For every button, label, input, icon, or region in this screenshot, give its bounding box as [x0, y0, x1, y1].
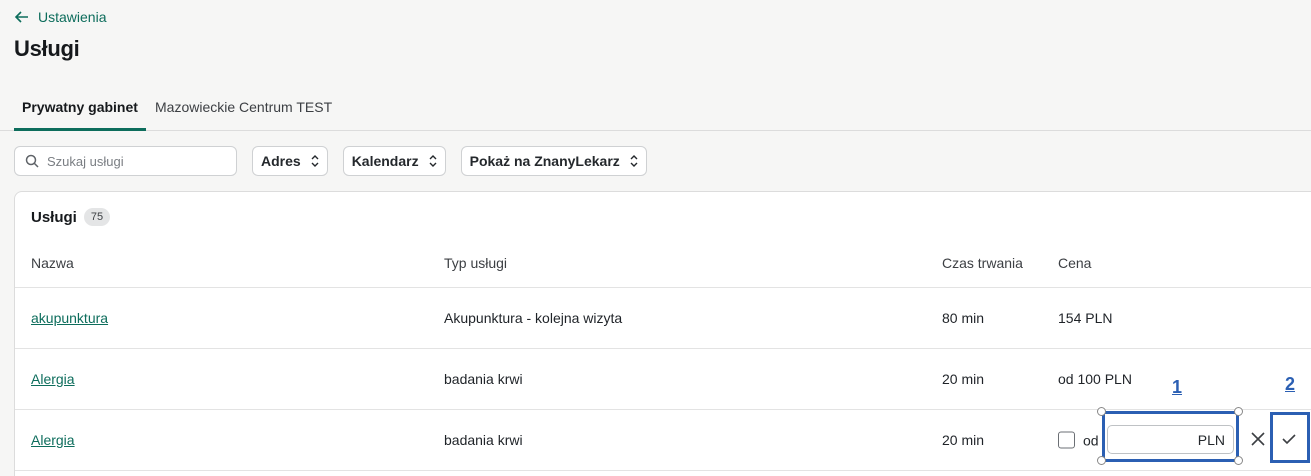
table-row: Alergia badania krwi 20 min od 100 PLN: [15, 349, 1311, 410]
annotation-number-1: 1: [1172, 377, 1183, 397]
address-filter[interactable]: Adres: [252, 146, 328, 176]
chevron-updown-icon: [630, 155, 638, 167]
back-link-settings[interactable]: Ustawienia: [14, 9, 106, 25]
column-header-duration: Czas trwania: [942, 254, 1023, 271]
table-row: akupunktura Akupunktura - kolejna wizyta…: [15, 288, 1311, 349]
show-on-znanylekarz-filter[interactable]: Pokaż na ZnanyLekarz: [460, 146, 647, 176]
resize-handle: [1097, 456, 1106, 465]
price-edit-group: od: [1058, 431, 1099, 449]
price-from-label: od: [1083, 432, 1099, 448]
table-header: Nazwa Typ usługi Czas trwania Cena: [15, 238, 1311, 288]
services-count-badge: 75: [83, 208, 111, 226]
address-filter-label: Adres: [261, 153, 301, 169]
search-box: [14, 146, 237, 176]
service-price: 154 PLN: [1058, 310, 1113, 326]
resize-handle: [1234, 407, 1243, 416]
service-type: badania krwi: [444, 432, 523, 448]
check-icon[interactable]: [1282, 433, 1296, 445]
service-name-link[interactable]: akupunktura: [31, 310, 108, 326]
service-name-link[interactable]: Alergia: [31, 371, 75, 387]
back-link-label: Ustawienia: [38, 9, 107, 25]
resize-handle: [1097, 407, 1106, 416]
search-icon: [25, 154, 39, 168]
calendar-filter[interactable]: Kalendarz: [342, 146, 446, 176]
service-type: badania krwi: [444, 371, 523, 387]
services-card-title: Usługi 75: [31, 208, 111, 226]
annotation-number-2: 2: [1285, 374, 1296, 394]
service-duration: 20 min: [942, 371, 985, 387]
resize-handle: [1234, 456, 1243, 465]
column-header-price: Cena: [1058, 254, 1092, 271]
service-price: od 100 PLN: [1058, 371, 1132, 387]
close-icon[interactable]: [1250, 431, 1266, 447]
tab-mazowieckie-centrum[interactable]: Mazowieckie Centrum TEST: [155, 90, 332, 131]
location-tabs: Prywatny gabinet Mazowieckie Centrum TES…: [0, 90, 1311, 131]
service-duration: 20 min: [942, 432, 985, 448]
column-header-name: Nazwa: [31, 254, 74, 271]
page-title: Usługi: [14, 36, 80, 61]
services-title: Usługi: [31, 208, 77, 226]
service-name-link[interactable]: Alergia: [31, 432, 75, 448]
column-header-type: Typ usługi: [444, 254, 508, 271]
chevron-updown-icon: [429, 155, 437, 167]
annotation-box-1: [1102, 411, 1239, 462]
price-from-checkbox[interactable]: [1058, 431, 1075, 449]
tab-private-office[interactable]: Prywatny gabinet: [14, 90, 146, 131]
service-type: Akupunktura - kolejna wizyta: [444, 310, 623, 326]
calendar-filter-label: Kalendarz: [351, 153, 419, 169]
service-duration: 80 min: [942, 310, 985, 326]
chevron-updown-icon: [311, 155, 319, 167]
filters-bar: Adres Kalendarz Pokaż na ZnanyLekarz: [14, 146, 647, 176]
arrow-left-icon: [14, 11, 28, 23]
show-filter-label: Pokaż na ZnanyLekarz: [469, 153, 620, 169]
search-input[interactable]: [47, 153, 227, 169]
